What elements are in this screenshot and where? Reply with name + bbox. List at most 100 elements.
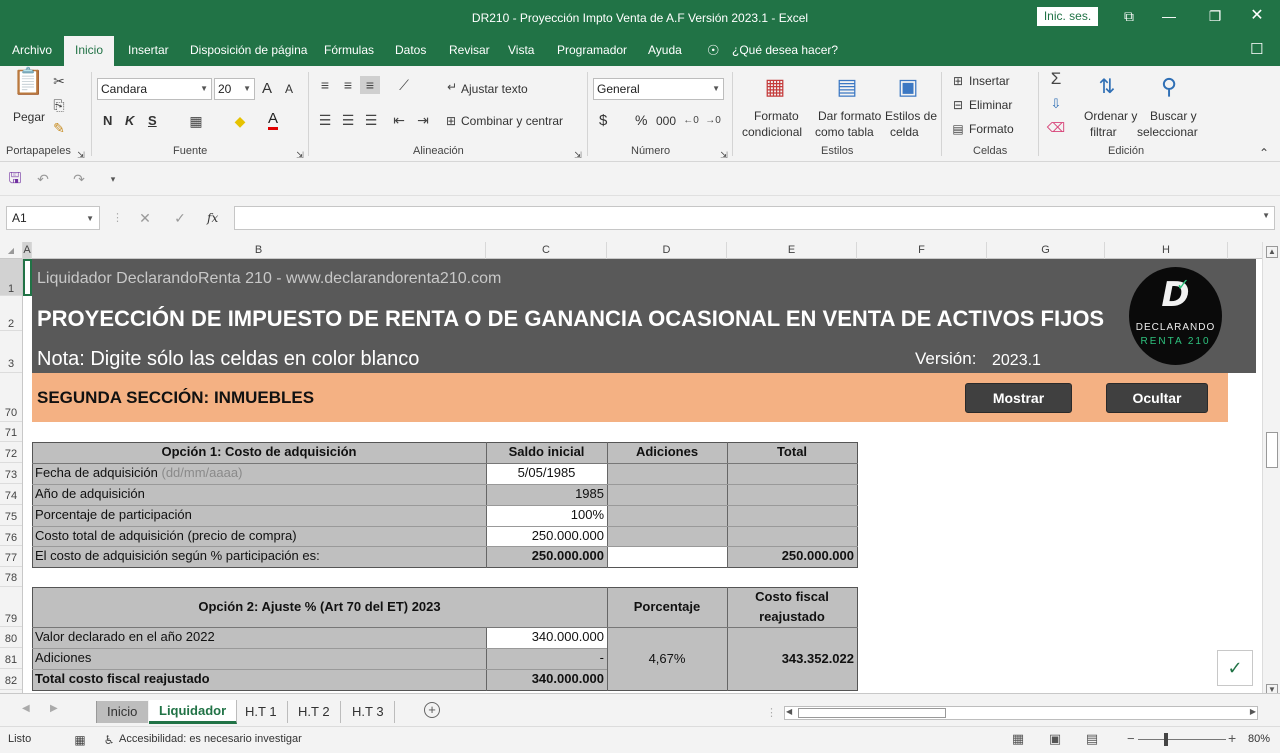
next-sheet-icon[interactable]: ▶ bbox=[50, 703, 58, 714]
scroll-thumb[interactable] bbox=[1266, 432, 1278, 468]
sort-filter-label-1[interactable]: Ordenar y bbox=[1084, 109, 1137, 123]
insert-function-button[interactable]: fx bbox=[207, 211, 218, 225]
zoom-in-button[interactable]: + bbox=[1228, 730, 1236, 746]
page-break-icon[interactable]: ▤ bbox=[1083, 730, 1101, 748]
check-icon[interactable]: ✓ bbox=[1217, 650, 1253, 686]
format-painter-icon[interactable]: ✎ bbox=[50, 119, 68, 137]
row-header[interactable]: 1 bbox=[0, 259, 22, 296]
close-icon[interactable]: ✕ bbox=[1234, 0, 1280, 32]
tab-ayuda[interactable]: Ayuda bbox=[648, 36, 682, 66]
insert-cells-button[interactable]: Insertar bbox=[969, 74, 1010, 88]
restore-icon[interactable]: ❐ bbox=[1192, 0, 1238, 32]
decrease-indent-icon[interactable]: ⇤ bbox=[390, 111, 408, 129]
tab-vista[interactable]: Vista bbox=[508, 36, 534, 66]
vertical-scrollbar[interactable]: ▲ ▼ bbox=[1262, 242, 1280, 696]
conditional-format-label-1[interactable]: Formato bbox=[754, 109, 799, 123]
paste-button[interactable]: Pegar bbox=[13, 110, 45, 124]
sort-filter-icon[interactable]: ⇅ bbox=[1092, 72, 1122, 102]
accessibility-icon[interactable]: ♿ bbox=[101, 731, 117, 749]
normal-view-icon[interactable]: ▦ bbox=[1009, 730, 1027, 748]
row-header[interactable]: 74 bbox=[0, 484, 22, 505]
scroll-up-icon[interactable]: ▲ bbox=[1266, 246, 1278, 258]
row-header[interactable]: 72 bbox=[0, 442, 22, 463]
cell-styles-icon[interactable]: ▣ bbox=[893, 72, 923, 102]
column-header-b[interactable]: B bbox=[32, 242, 486, 259]
column-header-a[interactable]: A bbox=[23, 242, 32, 259]
insert-cells-icon[interactable]: ⊞ bbox=[950, 72, 966, 90]
find-select-icon[interactable]: ⚲ bbox=[1154, 72, 1184, 102]
align-center-icon[interactable]: ☰ bbox=[339, 111, 357, 129]
decrease-decimal-icon[interactable]: →0 bbox=[704, 112, 722, 130]
wrap-text-button[interactable]: Ajustar texto bbox=[461, 82, 528, 96]
format-cells-icon[interactable]: ▤ bbox=[950, 120, 966, 138]
autosum-icon[interactable]: Σ bbox=[1046, 70, 1066, 88]
percent-button[interactable]: % bbox=[635, 112, 647, 128]
increase-indent-icon[interactable]: ⇥ bbox=[414, 111, 432, 129]
sheet-tab-ht1[interactable]: H.T 1 bbox=[235, 701, 288, 723]
row-header[interactable]: 75 bbox=[0, 505, 22, 526]
sheet-tab-ht3[interactable]: H.T 3 bbox=[342, 701, 395, 723]
tab-datos[interactable]: Datos bbox=[395, 36, 426, 66]
tab-programador[interactable]: Programador bbox=[557, 36, 627, 66]
font-name-select[interactable]: Candara ▼ bbox=[97, 78, 212, 100]
column-header-g[interactable]: G bbox=[987, 242, 1105, 259]
add-sheet-icon[interactable]: + bbox=[424, 702, 440, 718]
font-color-button[interactable]: A bbox=[268, 111, 279, 130]
orientation-icon[interactable]: ⟋ bbox=[392, 76, 416, 94]
column-header-f[interactable]: F bbox=[857, 242, 987, 259]
format-table-icon[interactable]: ▤ bbox=[832, 72, 862, 102]
currency-button[interactable]: $ bbox=[599, 112, 607, 129]
hide-button[interactable]: Ocultar bbox=[1106, 383, 1208, 413]
redo-icon[interactable]: ↷ bbox=[70, 170, 88, 188]
align-left-icon[interactable]: ☰ bbox=[316, 111, 334, 129]
underline-button[interactable]: S bbox=[148, 113, 157, 128]
wrap-text-icon[interactable]: ↵ bbox=[444, 78, 460, 96]
tab-insertar[interactable]: Insertar bbox=[128, 36, 169, 66]
worksheet-grid[interactable]: Liquidador DeclarandoRenta 210 - www.dec… bbox=[23, 259, 1262, 693]
tab-archivo[interactable]: Archivo bbox=[12, 36, 52, 66]
font-size-select[interactable]: 20 ▼ bbox=[214, 78, 255, 100]
row-header[interactable]: 73 bbox=[0, 463, 22, 484]
zoom-level[interactable]: 80% bbox=[1248, 733, 1270, 745]
thousands-button[interactable]: 000 bbox=[656, 114, 676, 128]
horizontal-scrollbar[interactable]: ◀ ▶ bbox=[784, 706, 1258, 720]
tab-inicio[interactable]: Inicio bbox=[64, 36, 114, 66]
undo-icon[interactable]: ↶ bbox=[34, 170, 52, 188]
row-header[interactable]: 2 bbox=[0, 296, 22, 331]
row-header[interactable]: 70 bbox=[0, 373, 22, 422]
merge-center-icon[interactable]: ⊞ bbox=[443, 112, 459, 130]
row-header[interactable]: 79 bbox=[0, 587, 22, 627]
row-header[interactable]: 80 bbox=[0, 627, 22, 648]
page-layout-icon[interactable]: ▣ bbox=[1046, 730, 1064, 748]
align-right-icon[interactable]: ☰ bbox=[362, 111, 380, 129]
scroll-left-icon[interactable]: ◀ bbox=[786, 707, 792, 716]
select-all-corner[interactable]: ◢ bbox=[0, 242, 23, 259]
column-header-h[interactable]: H bbox=[1105, 242, 1228, 259]
tab-formulas[interactable]: Fórmulas bbox=[324, 36, 374, 66]
macro-record-icon[interactable]: ▦ bbox=[72, 731, 88, 749]
paste-icon[interactable]: 📋 bbox=[12, 68, 44, 108]
bold-button[interactable]: N bbox=[103, 113, 112, 128]
column-header-c[interactable]: C bbox=[486, 242, 607, 259]
tab-revisar[interactable]: Revisar bbox=[449, 36, 490, 66]
fill-icon[interactable]: ⇩ bbox=[1046, 95, 1066, 113]
merge-center-button[interactable]: Combinar y centrar bbox=[461, 114, 563, 128]
row-header[interactable]: 76 bbox=[0, 526, 22, 546]
delete-cells-icon[interactable]: ⊟ bbox=[950, 96, 966, 114]
column-header-d[interactable]: D bbox=[607, 242, 727, 259]
fill-color-icon[interactable]: ◆ bbox=[230, 112, 250, 130]
find-select-label-1[interactable]: Buscar y bbox=[1150, 109, 1197, 123]
accessibility-status[interactable]: Accesibilidad: es necesario investigar bbox=[119, 733, 302, 745]
increase-font-button[interactable]: A bbox=[262, 80, 272, 97]
tell-me-search[interactable]: ¿Qué desea hacer? bbox=[732, 36, 838, 66]
sign-in-button[interactable]: Inic. ses. bbox=[1037, 7, 1098, 26]
format-table-label-1[interactable]: Dar formato bbox=[818, 109, 881, 123]
customize-qat-icon[interactable]: ▾ bbox=[106, 170, 120, 188]
cancel-icon[interactable]: ✕ bbox=[136, 209, 154, 227]
save-icon[interactable]: 🖫 bbox=[6, 170, 24, 188]
conditional-format-label-2[interactable]: condicional bbox=[742, 125, 802, 139]
format-table-label-2[interactable]: como tabla bbox=[815, 125, 874, 139]
zoom-slider-thumb[interactable] bbox=[1164, 733, 1168, 746]
sort-filter-label-2[interactable]: filtrar bbox=[1090, 125, 1117, 139]
delete-cells-button[interactable]: Eliminar bbox=[969, 98, 1012, 112]
